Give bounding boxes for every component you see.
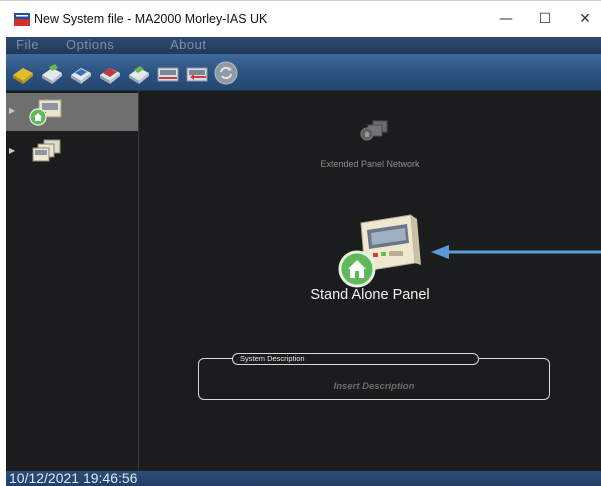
stand-alone-panel-label[interactable]: Stand Alone Panel — [139, 287, 601, 303]
minimize-icon: — — [499, 11, 513, 27]
toolbar — [6, 54, 601, 91]
print-file-icon[interactable] — [126, 60, 152, 86]
app-logo-icon — [14, 13, 30, 26]
refresh-disabled-icon[interactable] — [213, 60, 239, 86]
menu-file[interactable]: File — [16, 37, 39, 52]
minimize-button[interactable]: — — [486, 7, 526, 31]
title-bar: New System file - MA2000 Morley-IAS UK —… — [0, 0, 601, 37]
pointer-arrow-icon — [431, 245, 601, 259]
stand-alone-panel-large-icon[interactable] — [329, 213, 429, 295]
new-file-icon[interactable] — [10, 60, 36, 86]
workspace: Extended Panel Network Stand Alone Panel… — [139, 91, 601, 471]
system-tree: ▶ ▶ — [6, 91, 139, 471]
close-icon: ✕ — [579, 11, 591, 27]
save-as-file-icon[interactable] — [97, 60, 123, 86]
maximize-icon: ☐ — [538, 11, 552, 27]
menu-about[interactable]: About — [170, 37, 206, 52]
menu-bar: File Options About — [6, 37, 601, 54]
save-file-icon[interactable] — [68, 60, 94, 86]
open-file-icon[interactable] — [39, 60, 65, 86]
extended-panel-network-label[interactable]: Extended Panel Network — [139, 159, 601, 169]
expand-arrow-icon[interactable]: ▶ — [9, 106, 15, 115]
window-title: New System file - MA2000 Morley-IAS UK — [34, 12, 268, 26]
tree-node-stand-alone-panel[interactable]: ▶ — [6, 93, 138, 131]
system-description-input[interactable] — [199, 381, 549, 392]
send-to-panel-icon[interactable] — [155, 60, 181, 86]
tree-node-extended-panel-network[interactable]: ▶ — [6, 133, 138, 171]
status-bar: 10/12/2021 19:46:56 — [6, 470, 601, 486]
menu-options[interactable]: Options — [66, 37, 114, 52]
maximize-button[interactable]: ☐ — [525, 7, 565, 31]
receive-from-panel-icon[interactable] — [184, 60, 210, 86]
close-button[interactable]: ✕ — [565, 7, 601, 31]
panel-network-icon — [32, 139, 61, 162]
expand-arrow-icon[interactable]: ▶ — [9, 146, 15, 155]
stand-alone-panel-icon — [29, 99, 62, 126]
system-description-header: System Description — [232, 353, 479, 365]
system-description-label: System Description — [240, 354, 305, 363]
status-datetime: 10/12/2021 19:46:56 — [9, 470, 138, 486]
extended-network-icon[interactable] — [357, 119, 393, 141]
